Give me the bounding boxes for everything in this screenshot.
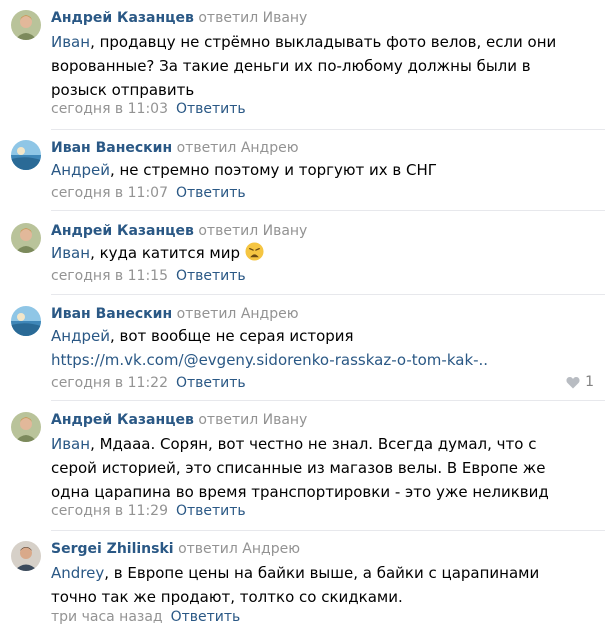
mention-link[interactable]: Andrey — [51, 564, 104, 582]
avatar[interactable] — [11, 306, 41, 336]
avatar[interactable] — [11, 140, 41, 170]
author-name[interactable]: Иван Ванескин — [51, 140, 172, 156]
timestamp[interactable]: три часа назад — [51, 609, 163, 625]
timestamp[interactable]: сегодня в 11:07 — [51, 185, 168, 201]
heart-icon — [566, 376, 580, 388]
replied-to: ответил Андрею — [176, 140, 299, 156]
comment-meta: сегодня в 11:22 Ответить — [51, 373, 246, 393]
replied-to: ответил Ивану — [198, 10, 308, 26]
comment-body: , Мдааа. Сорян, вот честно не знал. Всег… — [51, 435, 549, 501]
comment-body: , вот вообще не серая история — [109, 327, 354, 345]
external-link[interactable]: https://m.vk.com/@evgeny.sidorenko-rassk… — [51, 348, 571, 372]
mention-link[interactable]: Андрей — [51, 161, 110, 179]
author-name[interactable]: Андрей Казанцев — [51, 10, 194, 26]
comment-header: Андрей Казанцев ответил Ивану — [51, 221, 307, 241]
divider — [51, 294, 605, 295]
divider — [51, 129, 605, 130]
reply-button[interactable]: Ответить — [176, 101, 246, 117]
like-button[interactable]: 1 — [566, 374, 594, 390]
avatar[interactable] — [11, 10, 41, 40]
comment-body: , продавцу не стрёмно выкладывать фото в… — [51, 33, 557, 99]
reply-button[interactable]: Ответить — [176, 375, 246, 391]
timestamp[interactable]: сегодня в 11:22 — [51, 375, 168, 391]
divider — [51, 530, 605, 531]
comment-body: , в Европе цены на байки выше, а байки с… — [51, 564, 540, 606]
replied-to: ответил Андрею — [178, 541, 300, 557]
comment-text: Андрей, вот вообще не серая история http… — [51, 324, 571, 372]
replied-to: ответил Ивану — [198, 223, 308, 239]
comment-text: Иван, продавцу не стрёмно выкладывать фо… — [51, 30, 571, 102]
comment-meta: сегодня в 11:15 Ответить — [51, 266, 246, 286]
reply-button[interactable]: Ответить — [176, 503, 246, 519]
author-name[interactable]: Андрей Казанцев — [51, 223, 194, 239]
mention-link[interactable]: Иван — [51, 435, 90, 453]
comment-header: Андрей Казанцев ответил Ивану — [51, 8, 307, 28]
divider — [51, 400, 605, 401]
comment-body: , не стремно поэтому и торгуют их в СНГ — [109, 161, 437, 179]
author-name[interactable]: Андрей Казанцев — [51, 412, 194, 428]
avatar[interactable] — [11, 541, 41, 571]
avatar[interactable] — [11, 223, 41, 253]
timestamp[interactable]: сегодня в 11:29 — [51, 503, 168, 519]
comment-header: Иван Ванескин ответил Андрею — [51, 138, 299, 158]
author-name[interactable]: Иван Ванескин — [51, 306, 172, 322]
comment-meta: три часа назад Ответить — [51, 607, 240, 627]
author-name[interactable]: Sergei Zhilinski — [51, 541, 174, 557]
comment-text: Андрей, не стремно поэтому и торгуют их … — [51, 158, 571, 182]
timestamp[interactable]: сегодня в 11:03 — [51, 101, 168, 117]
reply-button[interactable]: Ответить — [176, 268, 246, 284]
replied-to: ответил Андрею — [176, 306, 299, 322]
comment-text: Иван, куда катится мир — [51, 241, 571, 265]
mention-link[interactable]: Андрей — [51, 327, 110, 345]
mention-link[interactable]: Иван — [51, 33, 90, 51]
timestamp[interactable]: сегодня в 11:15 — [51, 268, 168, 284]
comment-header: Иван Ванескин ответил Андрею — [51, 304, 299, 324]
comment-meta: сегодня в 11:07 Ответить — [51, 183, 246, 203]
comment-header: Sergei Zhilinski ответил Андрею — [51, 539, 300, 559]
like-count: 1 — [585, 374, 594, 390]
comment-meta: сегодня в 11:29 Ответить — [51, 501, 246, 521]
avatar[interactable] — [11, 412, 41, 442]
comment-text: Иван, Мдааа. Сорян, вот честно не знал. … — [51, 432, 571, 504]
divider — [51, 210, 605, 211]
comment-text: Andrey, в Европе цены на байки выше, а б… — [51, 561, 571, 609]
replied-to: ответил Ивану — [198, 412, 308, 428]
reply-button[interactable]: Ответить — [171, 609, 241, 625]
comment-header: Андрей Казанцев ответил Ивану — [51, 410, 307, 430]
mention-link[interactable]: Иван — [51, 244, 90, 262]
comment-body: , куда катится мир — [90, 244, 240, 262]
reply-button[interactable]: Ответить — [176, 185, 246, 201]
comment-meta: сегодня в 11:03 Ответить — [51, 99, 246, 119]
weary-face-emoji — [245, 242, 264, 261]
